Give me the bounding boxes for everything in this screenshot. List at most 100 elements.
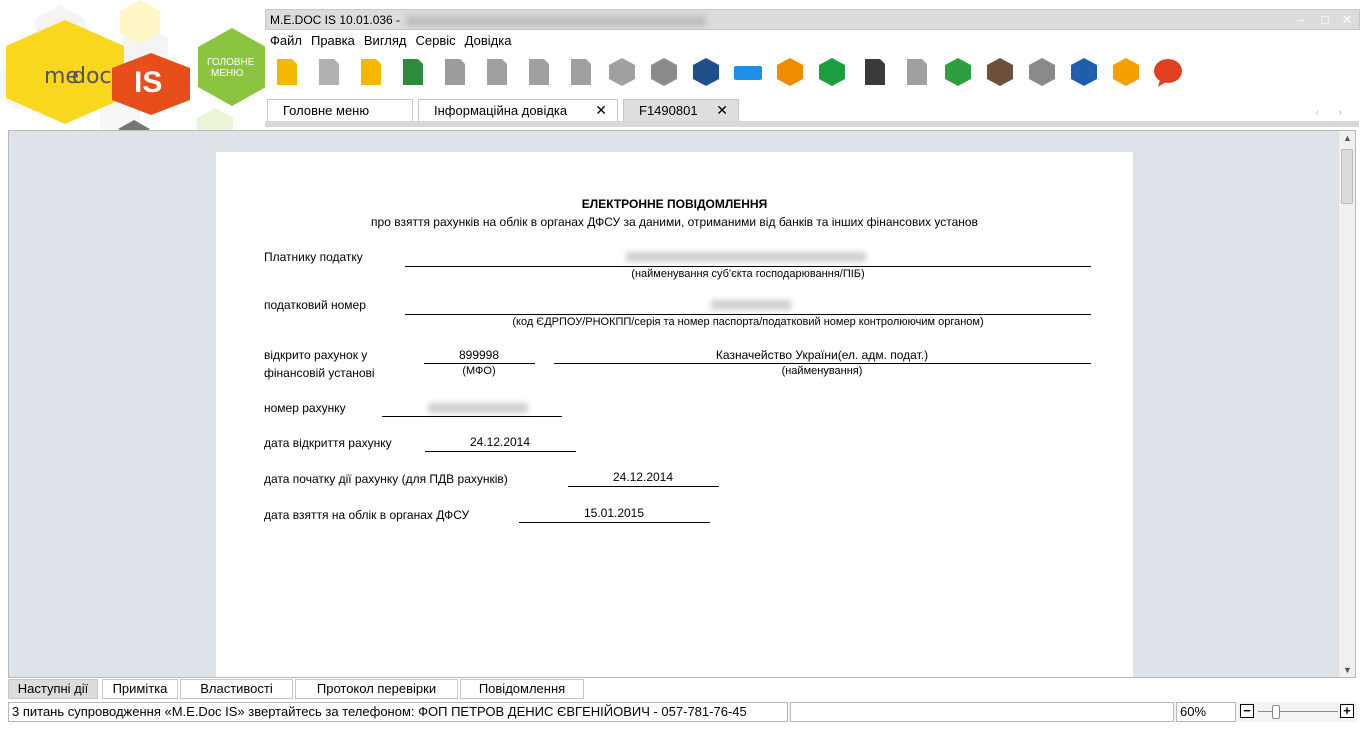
menu-service[interactable]: Сервіс — [416, 33, 456, 48]
cube-icon[interactable] — [648, 56, 680, 88]
logo-text-is: IS — [134, 66, 163, 99]
tab-f1490801[interactable]: F1490801 ✕ — [623, 99, 739, 122]
medoc-logo: me doc — [6, 20, 124, 124]
open-date-value: 24.12.2014 — [469, 435, 531, 449]
check-document-icon[interactable] — [900, 56, 932, 88]
calculator-icon[interactable] — [984, 56, 1016, 88]
account-number-line — [382, 416, 562, 417]
tab-label: F1490801 — [639, 103, 698, 118]
mail-icon[interactable] — [774, 56, 806, 88]
excel-export-icon[interactable] — [396, 56, 428, 88]
menu-edit[interactable]: Правка — [311, 33, 355, 48]
logo-is-badge: IS — [112, 53, 190, 115]
menu-bar: Файл Правка Вигляд Сервіс Довідка — [270, 33, 520, 51]
tab-scroll-arrows[interactable]: ‹ › — [1316, 107, 1350, 119]
refresh-icon[interactable] — [942, 56, 974, 88]
payer-hint: (найменування суб'єкта господарювання/ПІ… — [631, 268, 865, 280]
close-button[interactable]: ✕ — [1337, 11, 1357, 29]
copy-document-icon[interactable] — [438, 56, 470, 88]
open-date-line — [425, 451, 576, 452]
help-icon[interactable] — [1110, 56, 1142, 88]
document-page: ЕЛЕКТРОННЕ ПОВІДОМЛЕННЯ про взяття рахун… — [216, 152, 1133, 677]
open-date-label: дата відкриття рахунку — [264, 436, 392, 450]
payer-value-redacted — [626, 252, 866, 262]
open-folder-icon[interactable] — [312, 56, 344, 88]
close-tab-icon[interactable]: ✕ — [716, 102, 728, 119]
maximize-button[interactable]: □ — [1315, 11, 1335, 29]
tax-number-redacted — [711, 300, 791, 310]
scroll-down-icon[interactable]: ▼ — [1343, 665, 1352, 675]
remove-page-icon[interactable] — [564, 56, 596, 88]
new-document-icon[interactable] — [270, 56, 302, 88]
support-info: 3 питань супроводження «M.E.Doc IS» звер… — [8, 702, 788, 722]
institution-line — [554, 363, 1091, 364]
tab-label: Головне меню — [283, 103, 370, 118]
add-page-icon[interactable] — [480, 56, 512, 88]
institution-hint: (найменування) — [781, 365, 863, 377]
mfo-value: 899998 — [458, 348, 500, 362]
menu-file[interactable]: Файл — [270, 33, 302, 48]
vat-start-line — [568, 486, 719, 487]
document-subtitle: про взяття рахунків на облік в органах Д… — [371, 215, 978, 229]
vat-start-label: дата початку дії рахунку (для ПДВ рахунк… — [264, 472, 508, 486]
zoom-out-button[interactable]: − — [1240, 704, 1254, 718]
tab-note[interactable]: Примітка — [102, 679, 178, 699]
tab-messages[interactable]: Повідомлення — [460, 679, 584, 699]
tax-number-hint: (код ЄДРПОУ/РНОКПП/серія та номер паспор… — [512, 316, 984, 328]
tab-main-menu[interactable]: Головне меню — [267, 99, 413, 122]
registration-line — [519, 522, 710, 523]
status-empty-cell — [790, 702, 1174, 722]
tab-label: Інформаційна довідка — [434, 103, 568, 118]
key-icon[interactable] — [816, 56, 848, 88]
title-bar: M.E.DOC IS 10.01.036 - – □ ✕ — [265, 9, 1360, 30]
zoom-icon[interactable] — [858, 56, 890, 88]
tax-number-line — [405, 314, 1091, 315]
menu-help[interactable]: Довідка — [465, 33, 512, 48]
zoom-slider-track[interactable] — [1258, 711, 1338, 712]
delete-document-icon[interactable] — [354, 56, 386, 88]
medoc-window: me doc IS ГОЛОВНЕ МЕНЮ M.E.DOC IS 10.01.… — [0, 0, 1366, 734]
tab-next-actions[interactable]: Наступні дії — [8, 679, 98, 699]
document-tabs: Головне меню Інформаційна довідка ✕ F149… — [265, 97, 1360, 123]
payer-line — [405, 266, 1091, 267]
scroll-thumb[interactable] — [1341, 149, 1353, 204]
zoom-slider-thumb[interactable] — [1272, 705, 1280, 719]
account-number-redacted — [428, 403, 528, 413]
zoom-level: 60% — [1176, 702, 1236, 722]
close-tab-icon[interactable]: ✕ — [595, 102, 607, 119]
tax-number-label: податковий номер — [264, 298, 366, 312]
menu-view[interactable]: Вигляд — [364, 33, 407, 48]
text-format-icon[interactable] — [606, 56, 638, 88]
logo-area: me doc IS ГОЛОВНЕ МЕНЮ — [0, 0, 265, 130]
status-bar: 3 питань супроводження «M.E.Doc IS» звер… — [8, 702, 1358, 722]
tab-properties[interactable]: Властивості — [180, 679, 293, 699]
account-opened-label-2: фінансовій установі — [264, 366, 375, 380]
document-title: ЕЛЕКТРОННЕ ПОВІДОМЛЕННЯ — [581, 197, 768, 211]
minimize-button[interactable]: – — [1291, 11, 1311, 29]
payer-label: Платнику податку — [264, 250, 363, 264]
account-number-label: номер рахунку — [264, 401, 346, 415]
window-title: M.E.DOC IS 10.01.036 - — [270, 13, 707, 27]
scroll-up-icon[interactable]: ▲ — [1343, 133, 1352, 143]
print-icon[interactable] — [732, 56, 764, 88]
zoom-in-button[interactable]: + — [1340, 704, 1354, 718]
image-icon[interactable] — [690, 56, 722, 88]
registration-value: 15.01.2015 — [583, 506, 645, 520]
window-title-text: M.E.DOC IS 10.01.036 - — [270, 13, 401, 27]
vat-start-value: 24.12.2014 — [612, 470, 674, 484]
search-page-icon[interactable] — [522, 56, 554, 88]
main-menu-tile-line2: МЕНЮ — [211, 68, 244, 79]
main-menu-tile[interactable]: ГОЛОВНЕ МЕНЮ — [198, 28, 265, 106]
stamp-icon[interactable] — [1026, 56, 1058, 88]
document-viewport[interactable]: ЕЛЕКТРОННЕ ПОВІДОМЛЕННЯ про взяття рахун… — [8, 130, 1356, 678]
mfo-line — [424, 363, 535, 364]
chat-icon[interactable] — [1152, 56, 1184, 88]
tab-info-reference[interactable]: Інформаційна довідка ✕ — [418, 99, 618, 122]
zoom-control: − + — [1238, 702, 1358, 722]
logo-text-doc: doc — [72, 64, 112, 89]
calendar-icon[interactable] — [1068, 56, 1100, 88]
vertical-scrollbar[interactable]: ▲ ▼ — [1338, 131, 1355, 677]
main-menu-tile-line1: ГОЛОВНЕ — [207, 57, 255, 68]
mfo-hint: (МФО) — [462, 365, 496, 377]
tab-check-protocol[interactable]: Протокол перевірки — [295, 679, 458, 699]
